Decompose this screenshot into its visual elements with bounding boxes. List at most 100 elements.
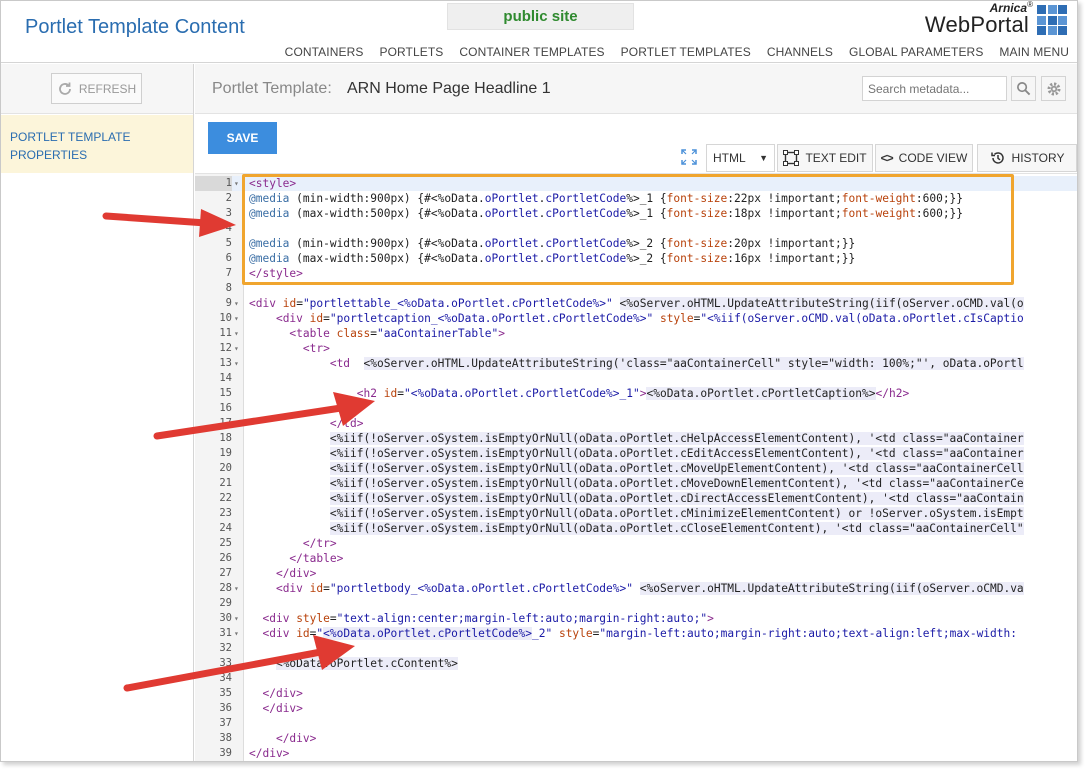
nav-portlet-templates[interactable]: PORTLET TEMPLATES — [621, 45, 751, 59]
code-line[interactable]: 27 </div> — [195, 566, 1077, 581]
text-edit-icon — [783, 150, 800, 166]
code-text: </div> — [249, 747, 290, 760]
code-text: @media (min-width:900px) {#<%oData.oPort… — [249, 192, 964, 205]
code-line[interactable]: 9 ▾ <div id="portlettable_<%oData.oPortlet… — [195, 296, 1077, 311]
code-line[interactable]: 4 — [195, 221, 1077, 236]
editor-mode-value: HTML — [713, 151, 746, 165]
code-line[interactable]: 28 ▾ <div id="portletbody_<%oData.oPortle… — [195, 581, 1077, 596]
fold-toggle-icon[interactable]: ▾ — [234, 296, 243, 311]
sidebar-item-portlet-template-properties[interactable]: PORTLET TEMPLATE PROPERTIES — [1, 115, 193, 173]
nav-containers[interactable]: CONTAINERS — [285, 45, 364, 59]
line-number: 21 — [219, 477, 232, 489]
code-line[interactable]: 19 <%iif(!oServer.oSystem.isEmptyOrNull(… — [195, 446, 1077, 461]
code-line[interactable]: 36 </div> — [195, 701, 1077, 716]
nav-container-templates[interactable]: CONTAINER TEMPLATES — [459, 45, 604, 59]
code-line[interactable]: 34 — [195, 671, 1077, 686]
nav-channels[interactable]: CHANNELS — [767, 45, 833, 59]
fold-toggle-icon[interactable]: ▾ — [234, 326, 243, 341]
code-line[interactable]: 5 @media (min-width:900px) {#<%oData.oPor… — [195, 236, 1077, 251]
code-text: <%iif(!oServer.oSystem.isEmptyOrNull(oDa… — [329, 462, 1024, 475]
nav-main-menu[interactable]: MAIN MENU — [999, 45, 1069, 59]
nav-global-parameters[interactable]: GLOBAL PARAMETERS — [849, 45, 983, 59]
fold-toggle-icon[interactable]: ▾ — [234, 341, 243, 356]
line-number: 5 — [225, 237, 232, 249]
nav-portlets[interactable]: PORTLETS — [379, 45, 443, 59]
line-number: 25 — [219, 537, 232, 549]
fold-toggle-icon[interactable]: ▾ — [234, 626, 243, 641]
gear-icon — [1047, 82, 1060, 95]
code-line[interactable]: 7 </style> — [195, 266, 1077, 281]
code-line[interactable]: 14 — [195, 371, 1077, 386]
line-number: 12 — [219, 342, 232, 354]
history-button[interactable]: HISTORY — [977, 144, 1077, 172]
line-number: 39 — [219, 747, 232, 759]
code-line[interactable]: 22 <%iif(!oServer.oSystem.isEmptyOrNull(… — [195, 491, 1077, 506]
code-line[interactable]: 13 ▾ <td <%oServer.oHTML.UpdateAttributeS… — [195, 356, 1077, 371]
code-line[interactable]: 3 @media (max-width:500px) {#<%oData.oPor… — [195, 206, 1077, 221]
fold-toggle-icon[interactable]: ▾ — [234, 176, 243, 191]
code-line[interactable]: 12 ▾ <tr> — [195, 341, 1077, 356]
line-number: 7 — [225, 267, 232, 279]
code-line[interactable]: 25 </tr> — [195, 536, 1077, 551]
refresh-bar: REFRESH — [1, 64, 193, 114]
code-line[interactable]: 6 @media (max-width:500px) {#<%oData.oPor… — [195, 251, 1077, 266]
text-edit-button[interactable]: TEXT EDIT — [777, 144, 873, 172]
line-number: 14 — [219, 372, 232, 384]
fold-toggle-icon[interactable]: ▾ — [234, 356, 243, 371]
code-view-button[interactable]: <> CODE VIEW — [875, 144, 973, 172]
code-line[interactable]: 23 <%iif(!oServer.oSystem.isEmptyOrNull(… — [195, 506, 1077, 521]
brand-logo[interactable]: Arnica ® WebPortal — [909, 1, 1069, 41]
code-line[interactable]: 16 — [195, 401, 1077, 416]
fold-toggle-icon[interactable]: ▾ — [234, 311, 243, 326]
code-line[interactable]: 37 — [195, 716, 1077, 731]
metadata-search-input[interactable] — [862, 76, 1007, 101]
code-line[interactable]: 2 @media (min-width:900px) {#<%oData.oPor… — [195, 191, 1077, 206]
refresh-label: REFRESH — [78, 81, 137, 96]
line-number: 4 — [225, 222, 232, 234]
line-number: 23 — [219, 507, 232, 519]
line-number: 36 — [219, 702, 232, 714]
code-line[interactable]: 1 ▾ <style> — [195, 176, 1077, 191]
code-line[interactable]: 18 <%iif(!oServer.oSystem.isEmptyOrNull(… — [195, 431, 1077, 446]
code-line[interactable]: 33 <%oData.oPortlet.cContent%> — [195, 656, 1077, 671]
code-text: <div style="text-align:center;margin-lef… — [262, 612, 714, 625]
history-icon — [990, 152, 1004, 164]
code-editor[interactable]: 1 ▾ <style> 2 @media (min-width:900px) {#<%o… — [195, 173, 1077, 761]
fold-toggle-icon[interactable]: ▾ — [234, 611, 243, 626]
search-button[interactable] — [1011, 76, 1036, 101]
code-line[interactable]: 15 <h2 id="<%oData.oPortlet.cPortletCode… — [195, 386, 1077, 401]
code-line[interactable]: 10 ▾ <div id="portletcaption_<%oData.oPor… — [195, 311, 1077, 326]
line-number: 10 — [219, 312, 232, 324]
line-number: 19 — [219, 447, 232, 459]
code-line[interactable]: 35 </div> — [195, 686, 1077, 701]
editor-mode-select[interactable]: HTML ▼ — [706, 144, 775, 172]
code-line[interactable]: 20 <%iif(!oServer.oSystem.isEmptyOrNull(… — [195, 461, 1077, 476]
code-line[interactable]: 8 — [195, 281, 1077, 296]
line-number: 27 — [219, 567, 232, 579]
code-line[interactable]: 39 </div> — [195, 746, 1077, 761]
code-text: <h2 id="<%oData.oPortlet.cPortletCode%>_… — [356, 387, 910, 400]
fullscreen-icon[interactable] — [681, 149, 697, 165]
settings-button[interactable] — [1041, 76, 1066, 101]
brand-main-text: WebPortal — [924, 12, 1029, 37]
code-line[interactable]: 30 ▾ <div style="text-align:center;margin… — [195, 611, 1077, 626]
site-badge[interactable]: public site — [447, 3, 634, 30]
code-text: <div id="portletbody_<%oData.oPortlet.cP… — [275, 582, 1024, 595]
code-text: @media (max-width:500px) {#<%oData.oPort… — [249, 207, 964, 220]
code-line[interactable]: 24 <%iif(!oServer.oSystem.isEmptyOrNull(… — [195, 521, 1077, 536]
top-nav: CONTAINERS PORTLETS CONTAINER TEMPLATES … — [285, 45, 1069, 59]
code-line[interactable]: 26 </table> — [195, 551, 1077, 566]
code-line[interactable]: 17 </td> — [195, 416, 1077, 431]
code-line[interactable]: 11 ▾ <table class="aaContainerTable"> — [195, 326, 1077, 341]
fold-toggle-icon[interactable]: ▾ — [234, 581, 243, 596]
refresh-button[interactable]: REFRESH — [51, 73, 142, 104]
code-line[interactable]: 32 — [195, 641, 1077, 656]
code-text: </td> — [329, 417, 364, 430]
brand-grid-icon — [1037, 5, 1067, 35]
code-line[interactable]: 21 <%iif(!oServer.oSystem.isEmptyOrNull(… — [195, 476, 1077, 491]
code-line[interactable]: 38 </div> — [195, 731, 1077, 746]
line-number: 37 — [219, 717, 232, 729]
line-number: 31 — [219, 627, 232, 639]
code-line[interactable]: 29 — [195, 596, 1077, 611]
code-line[interactable]: 31 ▾ <div id="<%oData.oPortlet.cPortletCo… — [195, 626, 1077, 641]
